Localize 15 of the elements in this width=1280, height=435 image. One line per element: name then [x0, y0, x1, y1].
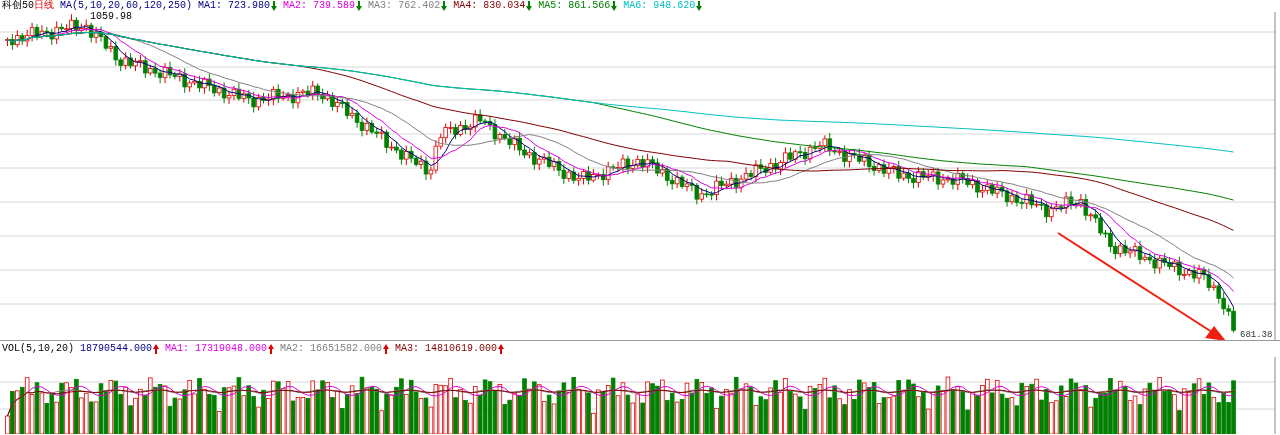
indicator-value: MA2: 16651582.000 [280, 343, 383, 355]
indicator-value: MA5: 861.566 [538, 0, 611, 12]
indicator-value: MA1: 17319048.000 [165, 343, 268, 355]
ma-parameters: MA(5,10,20,60,120,250) [60, 0, 193, 12]
indicator-value: MA1: 723.980 [198, 0, 271, 12]
index-name: 科创50日线 [2, 0, 54, 12]
indicator-value: MA6: 948.620 [623, 0, 696, 12]
indicator-value: MA3: 762.402 [368, 0, 441, 12]
volume-indicator-name: VOL(5,10,20) [2, 343, 74, 355]
indicator-value: MA4: 830.034 [453, 0, 526, 12]
indicator-value: MA2: 739.589 [283, 0, 356, 12]
indicator-value: MA3: 14810619.000 [395, 343, 498, 355]
high-price-label: 1059.98 [90, 12, 132, 22]
indicator-value: 18790544.000 [80, 343, 153, 355]
low-price-label: 681.38 [1240, 330, 1273, 340]
